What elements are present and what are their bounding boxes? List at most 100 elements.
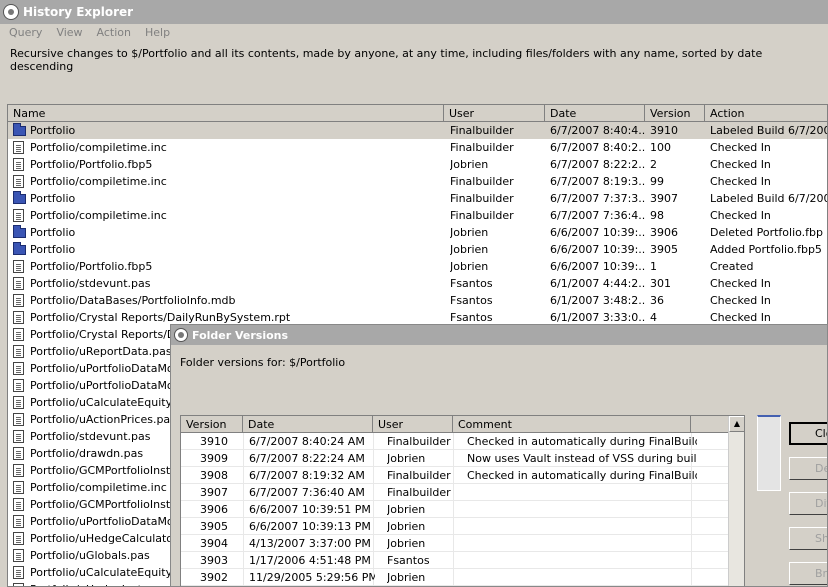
version-date: 1/17/2006 4:51:48 PM [249,554,371,567]
folder-versions-dialog: Folder Versions Folder versions for: $/P… [170,324,828,587]
version-number: 3909 [200,452,228,465]
version-number: 3906 [200,503,228,516]
item-action: Checked In [710,294,771,307]
app-icon [3,4,19,20]
item-name: Portfolio/Portfolio.fbp5 [30,158,153,171]
version-row[interactable]: 3904 4/13/2007 3:37:00 PM Jobrien [181,535,729,552]
column-header-user[interactable]: User [444,105,545,122]
folder-icon [13,225,26,238]
details-button[interactable]: Details [789,457,827,480]
file-icon [13,311,24,324]
column-header-action[interactable]: Action [705,105,827,122]
version-row[interactable]: 3910 6/7/2007 8:40:24 AM Finalbuilder Check… [181,433,729,450]
history-row[interactable]: Portfolio/DataBases/PortfolioInfo.mdb Fsa… [8,292,827,309]
version-row[interactable]: 3902 11/29/2005 5:29:56 PM Jobrien [181,569,729,586]
column-header-version[interactable]: Version [645,105,705,122]
version-user: Fsantos [387,554,430,567]
menu-help[interactable]: Help [145,24,170,42]
scroll-up-icon[interactable]: ▲ [729,416,744,432]
item-user: Finalbuilder [450,175,514,188]
version-number: 3907 [200,486,228,499]
version-row[interactable]: 3903 1/17/2006 4:51:48 PM Fsantos [181,552,729,569]
version-user: Finalbuilder [387,469,451,482]
item-date: 6/1/2007 4:44:2... [550,277,646,290]
dialog-title-bar: Folder Versions [171,325,827,345]
browse-button[interactable]: Browse [789,562,827,585]
column-header-date[interactable]: Date [545,105,645,122]
file-icon [13,158,24,171]
file-icon [13,515,24,528]
menu-query[interactable]: Query [9,24,42,42]
item-date: 6/7/2007 8:40:2... [550,141,646,154]
item-version: 100 [650,141,671,154]
file-icon [13,328,24,341]
file-icon [13,481,24,494]
history-row[interactable]: Portfolio Finalbuilder 6/7/2007 7:37:3... 3… [8,190,827,207]
version-number: 3910 [200,435,228,448]
column-header-comment[interactable]: Comment [453,416,691,433]
version-row[interactable]: 3905 6/6/2007 10:39:13 PM Jobrien [181,518,729,535]
version-row[interactable]: 3909 6/7/2007 8:22:24 AM Jobrien Now uses V… [181,450,729,467]
item-user: Finalbuilder [450,192,514,205]
item-version: 301 [650,277,671,290]
item-action: Checked In [710,175,771,188]
version-row[interactable]: 3906 6/6/2007 10:39:51 PM Jobrien [181,501,729,518]
show-button[interactable]: Show [789,527,827,550]
item-name: Portfolio/compiletime.inc [30,209,167,222]
close-button[interactable]: Close [789,422,827,445]
item-name: Portfolio/compiletime.inc [30,175,167,188]
file-icon [13,566,24,579]
file-icon [13,379,24,392]
item-action: Checked In [710,141,771,154]
column-header-user[interactable]: User [373,416,453,433]
history-row[interactable]: Portfolio/compiletime.inc Finalbuilder 6/7… [8,207,827,224]
item-user: Finalbuilder [450,124,514,137]
history-row[interactable]: Portfolio Jobrien 6/6/2007 10:39:... 3906 De… [8,224,827,241]
version-row[interactable]: 3907 6/7/2007 7:36:40 AM Finalbuilder [181,484,729,501]
version-date: 6/7/2007 8:40:24 AM [249,435,365,448]
versions-list[interactable]: Version Date User Comment 3910 6/7/2007 8… [180,415,745,586]
version-preview-pane [757,415,781,586]
history-row[interactable]: Portfolio/compiletime.inc Finalbuilder 6/7… [8,173,827,190]
version-user: Jobrien [387,520,426,533]
version-number: 3903 [200,554,228,567]
item-version: 98 [650,209,664,222]
item-user: Jobrien [450,243,489,256]
item-date: 6/6/2007 10:39:... [550,226,646,239]
query-description: Recursive changes to $/Portfolio and all… [10,47,763,73]
column-header-date[interactable]: Date [243,416,373,433]
item-action: Labeled Build 6/7/2007 7 [710,192,827,205]
history-row[interactable]: Portfolio/stdevunt.pas Fsantos 6/1/2007 4:… [8,275,827,292]
column-header-name[interactable]: Name [8,105,444,122]
item-name: Portfolio [30,226,76,239]
history-header: Name User Date Version Action [8,105,827,122]
history-row[interactable]: Portfolio/Portfolio.fbp5 Jobrien 6/6/2007 … [8,258,827,275]
file-icon [13,464,24,477]
history-row[interactable]: Portfolio Finalbuilder 6/7/2007 8:40:4... 3… [8,122,827,139]
item-date: 6/7/2007 7:37:3... [550,192,646,205]
version-user: Jobrien [387,452,426,465]
folder-icon [13,191,26,204]
version-user: Jobrien [387,537,426,550]
item-name: Portfolio/Portfolio.fbp5 [30,260,153,273]
item-version: 99 [650,175,664,188]
diff-button[interactable]: Diff [789,492,827,515]
version-comment: Checked in automatically during FinalBui… [467,435,697,448]
menu-view[interactable]: View [56,24,82,42]
file-icon [13,549,24,562]
column-header-version[interactable]: Version [181,416,243,433]
menu-action[interactable]: Action [97,24,131,42]
history-row[interactable]: Portfolio/compiletime.inc Finalbuilder 6/7… [8,139,827,156]
version-number: 3904 [200,537,228,550]
file-icon [13,362,24,375]
history-row[interactable]: Portfolio/Portfolio.fbp5 Jobrien 6/7/2007 … [8,156,827,173]
version-comment: Checked in automatically during FinalBui… [467,469,697,482]
history-row[interactable]: Portfolio Jobrien 6/6/2007 10:39:... 3905 Ad… [8,241,827,258]
item-version: 3905 [650,243,678,256]
file-icon [13,413,24,426]
version-user: Finalbuilder [387,435,451,448]
versions-scrollbar[interactable]: ▲ [728,416,744,586]
item-action: Added Portfolio.fbp5 [710,243,822,256]
column-header-blank [691,416,729,433]
version-row[interactable]: 3908 6/7/2007 8:19:32 AM Finalbuilder Check… [181,467,729,484]
